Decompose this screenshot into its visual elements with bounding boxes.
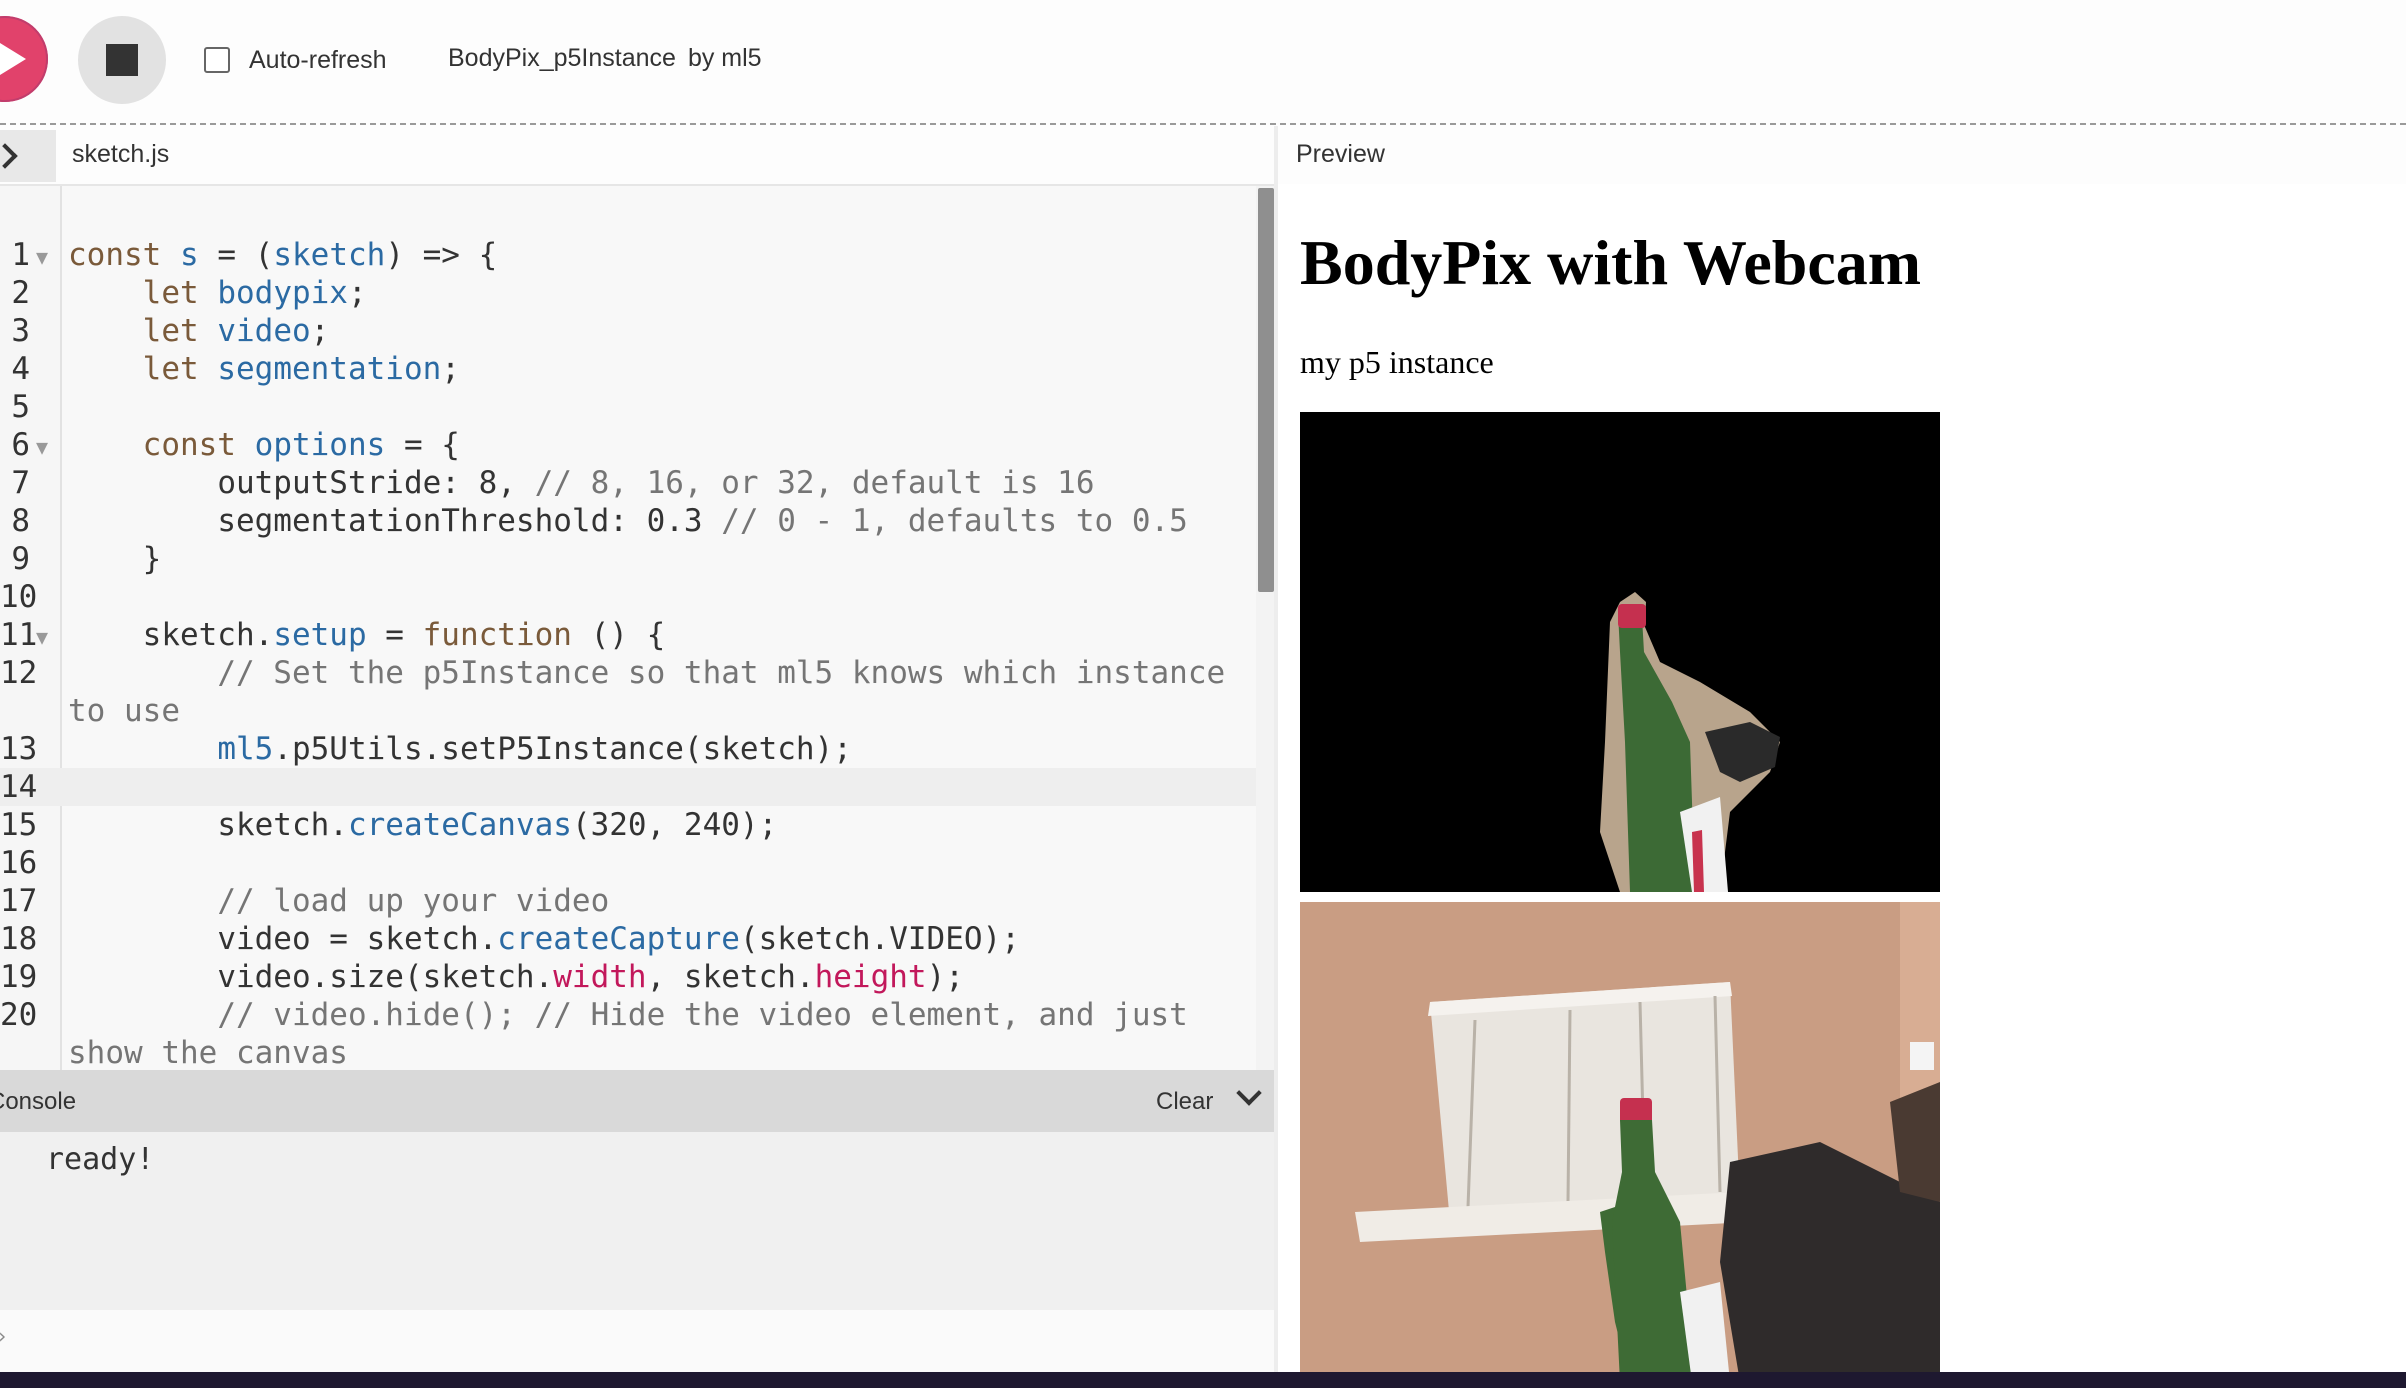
code-text: video = sketch.createCapture(sketch.VIDE… — [68, 921, 1020, 957]
line-number: 6 — [11, 427, 30, 463]
code-text: sketch.createCanvas(320, 240); — [68, 807, 778, 843]
line-number: 12 — [0, 655, 38, 691]
code-text: // video.hide(); // Hide the video eleme… — [68, 997, 1207, 1071]
console-output: ready! — [0, 1132, 1274, 1310]
editor-scrollbar[interactable] — [1256, 186, 1274, 1072]
webcam-video — [1300, 902, 1940, 1382]
code-line[interactable]: 10 — [0, 578, 1256, 616]
console-message: ready! — [46, 1142, 155, 1177]
code-text: let bodypix; — [142, 275, 367, 311]
code-line[interactable]: 13 ml5.p5Utils.setP5Instance(sketch); — [0, 730, 1256, 768]
fold-arrow-icon[interactable]: ▼ — [36, 428, 48, 466]
code-line[interactable]: 19 video.size(sketch.width, sketch.heigh… — [0, 958, 1256, 996]
play-icon — [0, 43, 26, 75]
line-number: 4 — [11, 351, 30, 387]
code-line[interactable]: 1 ▼ const s = (sketch) => { — [0, 236, 1256, 274]
code-line[interactable]: 4 let segmentation; — [0, 350, 1256, 388]
line-number: 14 — [0, 769, 38, 805]
auto-refresh-toggle[interactable]: Auto-refresh — [204, 44, 387, 76]
sketch-title: BodyPix_p5Instance by ml5 — [448, 44, 762, 73]
line-number: 3 — [11, 313, 30, 349]
chevron-right-icon — [0, 143, 18, 169]
code-text: const s = (sketch) => { — [68, 237, 498, 273]
preview-frame[interactable]: BodyPix with Webcam my p5 instance — [1278, 184, 2406, 1382]
line-number: 8 — [11, 503, 30, 539]
code-text: // Set the p5Instance so that ml5 knows … — [68, 655, 1244, 729]
code-line[interactable]: 8 segmentationThreshold: 0.3 // 0 - 1, d… — [0, 502, 1256, 540]
segmentation-canvas — [1300, 412, 1940, 892]
code-text: const options = { — [142, 427, 460, 463]
line-number: 2 — [11, 275, 30, 311]
line-number: 17 — [0, 883, 38, 919]
console-title: Console — [0, 1088, 77, 1115]
code-text: sketch.setup = function () { — [68, 617, 666, 653]
sketch-author[interactable]: by ml5 — [688, 44, 762, 72]
code-line[interactable]: 16 — [0, 844, 1256, 882]
code-line[interactable]: 15 sketch.createCanvas(320, 240); — [0, 806, 1256, 844]
code-line[interactable]: 7 outputStride: 8, // 8, 16, or 32, defa… — [0, 464, 1256, 502]
preview-heading: BodyPix with Webcam — [1300, 227, 1922, 298]
code-line[interactable]: 2 let bodypix; — [0, 274, 1256, 312]
chevron-down-icon[interactable] — [1236, 1080, 1262, 1106]
code-line[interactable]: 18 video = sketch.createCapture(sketch.V… — [0, 920, 1256, 958]
auto-refresh-label: Auto-refresh — [249, 45, 387, 74]
fold-arrow-icon[interactable]: ▼ — [36, 238, 48, 276]
code-line[interactable]: 9 } — [0, 540, 1256, 578]
auto-refresh-checkbox[interactable] — [204, 47, 230, 73]
code-line[interactable]: 3 let video; — [0, 312, 1256, 350]
editor-scrollbar-thumb[interactable] — [1258, 188, 1274, 592]
line-number: 10 — [0, 579, 38, 615]
code-text: ml5.p5Utils.setP5Instance(sketch); — [217, 731, 852, 767]
toolbar-divider — [0, 123, 2406, 125]
code-text: let segmentation; — [142, 351, 460, 387]
line-number: 7 — [11, 465, 30, 501]
line-number: 20 — [0, 997, 38, 1033]
console-clear-button[interactable]: Clear — [1156, 1088, 1213, 1116]
line-number: 9 — [11, 541, 30, 577]
code-editor[interactable]: 1 ▼ const s = (sketch) => {2 let bodypix; 3… — [0, 184, 1274, 1072]
code-line[interactable]: 17 // load up your video — [0, 882, 1256, 920]
code-lines[interactable]: 1 ▼ const s = (sketch) => {2 let bodypix; 3… — [0, 236, 1256, 1072]
code-line[interactable]: 6 ▼ const options = { — [0, 426, 1256, 464]
code-text: // load up your video — [217, 883, 610, 919]
preview-subtitle: my p5 instance — [1300, 344, 1494, 380]
editor-tabbar: sketch.js — [0, 126, 1274, 184]
line-number: 16 — [0, 845, 38, 881]
line-number: 11 — [0, 617, 38, 653]
line-number: 5 — [11, 389, 30, 425]
fold-arrow-icon[interactable]: ▼ — [36, 618, 48, 656]
sidebar-toggle-button[interactable] — [0, 130, 56, 182]
line-number: 1 — [11, 237, 30, 273]
line-number: 19 — [0, 959, 38, 995]
code-text: } — [68, 541, 162, 577]
console-input[interactable]: › — [0, 1310, 1274, 1372]
webcam-frame-image — [1300, 902, 1940, 1382]
toolbar: Auto-refresh BodyPix_p5Instance by ml5 — [0, 0, 2406, 125]
code-text: segmentationThreshold: 0.3 // 0 - 1, def… — [68, 503, 1188, 539]
line-number: 13 — [0, 731, 38, 767]
play-button[interactable] — [0, 16, 48, 102]
file-tab-sketch-js[interactable]: sketch.js — [72, 140, 169, 169]
preview-label: Preview — [1296, 140, 1385, 168]
code-line[interactable]: 11 ▼ sketch.setup = function () { — [0, 616, 1256, 654]
line-number: 18 — [0, 921, 38, 957]
segmented-bottle-image — [1300, 412, 1940, 892]
stop-icon — [106, 44, 138, 76]
code-line[interactable]: 14 — [0, 768, 1256, 806]
code-line[interactable]: 12 // Set the p5Instance so that ml5 kno… — [0, 654, 1256, 730]
code-line[interactable]: 5 — [0, 388, 1256, 426]
sketch-name[interactable]: BodyPix_p5Instance — [448, 44, 676, 72]
console-header: Console Clear — [0, 1070, 1274, 1132]
code-text: outputStride: 8, // 8, 16, or 32, defaul… — [68, 465, 1095, 501]
code-text: let video; — [142, 313, 330, 349]
code-line[interactable]: 20 // video.hide(); // Hide the video el… — [0, 996, 1256, 1072]
taskbar — [0, 1372, 2406, 1388]
prompt-icon: › — [0, 1324, 8, 1348]
line-number: 15 — [0, 807, 38, 843]
code-text: video.size(sketch.width, sketch.height); — [68, 959, 964, 995]
stop-button[interactable] — [78, 16, 166, 104]
